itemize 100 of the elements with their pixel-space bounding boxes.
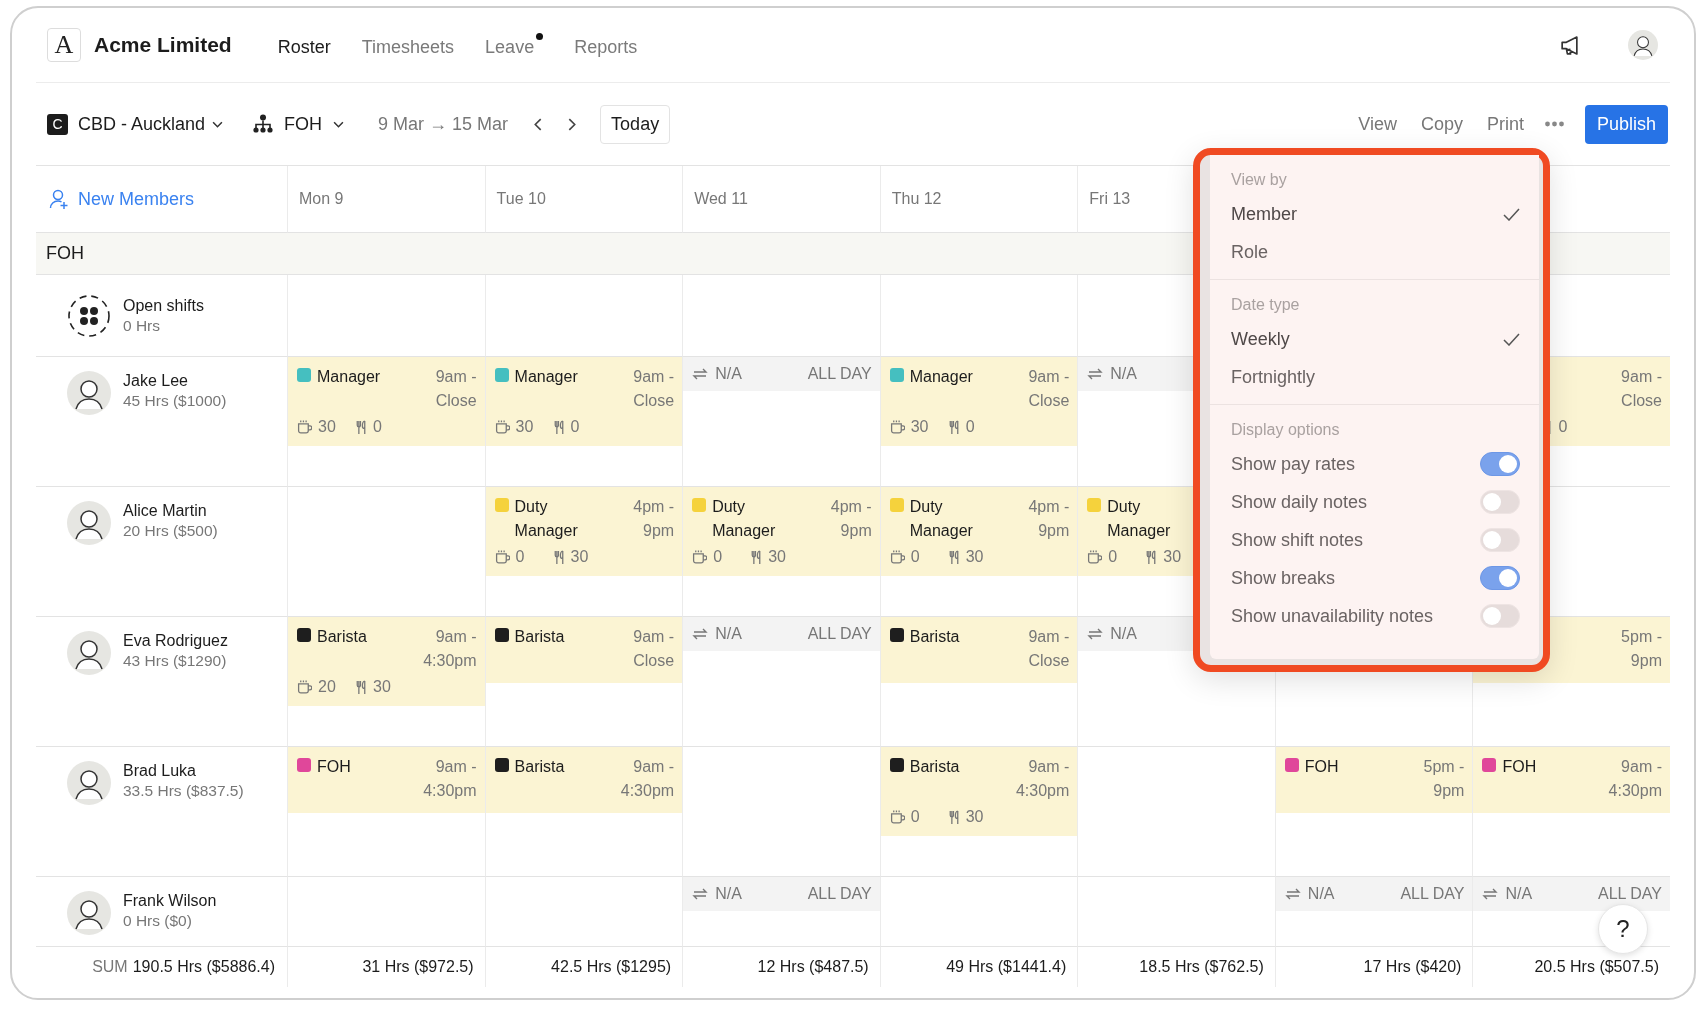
megaphone-icon[interactable] bbox=[1559, 34, 1580, 56]
shift-time: 4pm - 9pm bbox=[632, 497, 675, 541]
toolbar-action[interactable]: Print bbox=[1486, 113, 1524, 135]
day-total: 49 Hrs ($1441.4) bbox=[946, 958, 1067, 976]
member-avatar bbox=[67, 371, 111, 415]
shift-card[interactable]: Barista 9am - Close bbox=[880, 617, 1078, 683]
member-hours: 0 Hrs ($0) bbox=[123, 911, 193, 931]
location-dropdown[interactable]: CBD - Auckland bbox=[78, 113, 224, 135]
swap-icon bbox=[1087, 366, 1104, 382]
role-name: Barista bbox=[514, 627, 566, 647]
shift-card[interactable]: Manager 9am - Close 30 0 bbox=[288, 357, 485, 446]
cutlery-icon bbox=[355, 679, 367, 695]
day-total: 20.5 Hrs ($507.5) bbox=[1534, 958, 1659, 976]
today-button[interactable]: Today bbox=[600, 104, 671, 144]
cutlery-icon bbox=[552, 549, 565, 565]
previous-icon[interactable] bbox=[534, 117, 543, 131]
role-name: FOH bbox=[317, 757, 352, 777]
shift-card[interactable]: Barista 9am - 4:30pm 20 30 bbox=[288, 617, 485, 706]
unavailable-label: N/A bbox=[715, 625, 742, 643]
shift-time: 9am - Close bbox=[1027, 367, 1070, 411]
member-hours: 43 Hrs ($1290) bbox=[123, 651, 228, 671]
role-name: Duty Manager bbox=[909, 497, 974, 541]
help-button[interactable]: ? bbox=[1598, 904, 1648, 954]
toolbar-action[interactable]: View bbox=[1358, 113, 1397, 135]
shift-card[interactable]: Duty Manager 4pm - 9pm 0 30 bbox=[683, 487, 880, 576]
cup-icon bbox=[692, 550, 708, 564]
unavailable-label: N/A bbox=[1505, 885, 1533, 903]
shift-time: 5pm - 9pm bbox=[1422, 757, 1465, 801]
option-label: Show unavailability notes bbox=[1231, 605, 1434, 627]
meal-break: 30 bbox=[1163, 548, 1182, 566]
meal-break: 0 bbox=[965, 418, 975, 436]
cup-icon bbox=[889, 810, 905, 824]
member-hours: 20 Hrs ($500) bbox=[123, 521, 218, 541]
toolbar-action[interactable]: Copy bbox=[1420, 113, 1463, 135]
menu-heading: View by bbox=[1230, 170, 1288, 190]
member-name: Brad Luka bbox=[123, 761, 197, 781]
role-name: Barista bbox=[514, 757, 566, 777]
shift-time: 9am - 4:30pm bbox=[1607, 757, 1662, 801]
shift-time: 9am - 4:30pm bbox=[422, 627, 477, 671]
role-name: Barista bbox=[317, 627, 368, 647]
logo[interactable]: A bbox=[47, 28, 81, 62]
unavailable-duration: ALL DAY bbox=[1400, 885, 1465, 903]
swap-icon bbox=[1284, 886, 1301, 902]
toggle-switch[interactable] bbox=[1480, 566, 1520, 590]
shift-card[interactable]: FOH 9am - 4:30pm bbox=[288, 747, 485, 813]
shift-card[interactable]: FOH 9am - 4:30pm bbox=[1473, 747, 1670, 813]
day-header: Wed 11 bbox=[694, 190, 748, 208]
role-name: Duty Manager bbox=[1107, 497, 1172, 541]
shift-card[interactable]: Manager 9am - Close 30 0 bbox=[880, 357, 1078, 446]
role-name: FOH bbox=[1304, 757, 1340, 777]
shift-card[interactable]: FOH 5pm - 9pm bbox=[1275, 747, 1473, 813]
shift-time: 9am - 4:30pm bbox=[1014, 757, 1070, 801]
menu-option[interactable]: Member bbox=[1210, 195, 1539, 233]
role-name: Manager bbox=[514, 367, 579, 387]
menu-option[interactable]: Weekly bbox=[1210, 320, 1539, 358]
shift-card[interactable]: Barista 9am - Close bbox=[485, 617, 683, 683]
shift-time: 5pm - 9pm bbox=[1620, 627, 1662, 671]
cutlery-icon bbox=[1145, 549, 1158, 565]
cutlery-icon bbox=[947, 419, 960, 435]
date-range[interactable]: 9 Mar → 15 Mar bbox=[378, 113, 509, 135]
more-icon[interactable] bbox=[1543, 121, 1565, 127]
nav-tab[interactable]: Leave bbox=[485, 32, 544, 58]
toggle-switch[interactable] bbox=[1480, 452, 1520, 476]
publish-button[interactable]: Publish bbox=[1584, 104, 1668, 144]
shift-card[interactable]: Barista 9am - 4:30pm 0 30 bbox=[880, 747, 1078, 836]
meal-break: 30 bbox=[373, 678, 391, 696]
team-dropdown[interactable]: FOH bbox=[253, 113, 345, 135]
cutlery-icon bbox=[947, 809, 960, 825]
nav-tab[interactable]: Reports bbox=[574, 36, 638, 58]
avatar-icon[interactable] bbox=[1628, 30, 1658, 60]
shift-card[interactable]: Duty Manager 4pm - 9pm 0 30 bbox=[485, 487, 683, 576]
member-hours: 45 Hrs ($1000) bbox=[123, 391, 227, 411]
nav-tab[interactable]: Roster bbox=[277, 36, 331, 58]
rest-break: 30 bbox=[318, 418, 336, 436]
sum-total: 190.5 Hrs ($5886.4) bbox=[132, 958, 275, 976]
role-name: Manager bbox=[909, 367, 974, 387]
cup-icon bbox=[889, 420, 905, 434]
shift-time: 9am - Close bbox=[1620, 367, 1662, 411]
cutlery-icon bbox=[947, 549, 960, 565]
swap-icon bbox=[692, 886, 709, 902]
role-name: Duty Manager bbox=[514, 497, 579, 541]
next-icon[interactable] bbox=[568, 117, 577, 131]
meal-break: 0 bbox=[373, 418, 382, 436]
member-hours: 33.5 Hrs ($837.5) bbox=[123, 781, 244, 801]
shift-card[interactable]: Duty Manager 4pm - 9pm 0 30 bbox=[880, 487, 1078, 576]
role-name: Manager bbox=[317, 367, 382, 387]
menu-option[interactable]: Role bbox=[1210, 233, 1539, 271]
member-name: Open shifts bbox=[123, 295, 204, 316]
unavailable-label: N/A bbox=[1110, 365, 1137, 383]
meal-break: 30 bbox=[570, 548, 589, 566]
role-name: Barista bbox=[909, 627, 961, 647]
day-total: 18.5 Hrs ($762.5) bbox=[1139, 958, 1264, 976]
day-header: Fri 13 bbox=[1089, 190, 1131, 208]
unavailable-label: N/A bbox=[1110, 625, 1137, 643]
shift-card[interactable]: Manager 9am - Close 30 0 bbox=[485, 357, 683, 446]
day-total: 31 Hrs ($972.5) bbox=[362, 958, 474, 976]
nav-tab[interactable]: Timesheets bbox=[361, 36, 455, 58]
unavailable-label: N/A bbox=[1307, 885, 1335, 903]
day-total: 42.5 Hrs ($1295) bbox=[551, 958, 672, 976]
shift-card[interactable]: Barista 9am - 4:30pm bbox=[485, 747, 683, 813]
